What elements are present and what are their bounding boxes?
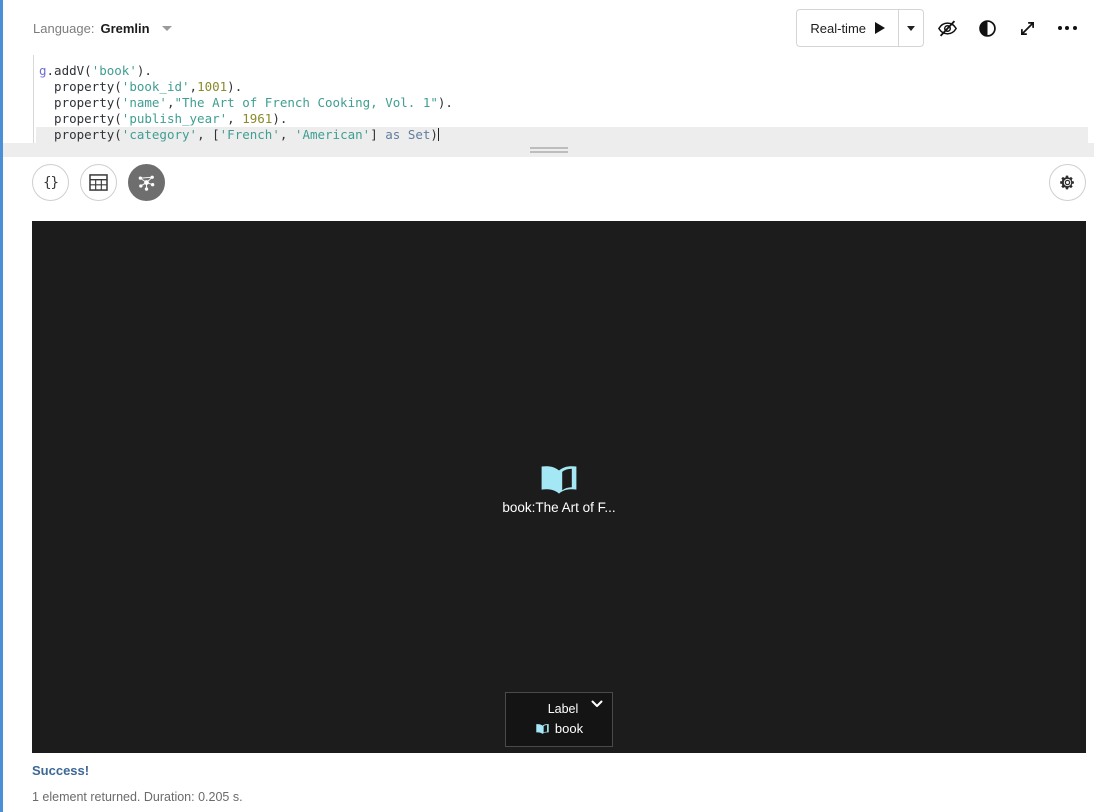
language-label: Language:: [33, 21, 94, 36]
graph-canvas[interactable]: book:The Art of F... Label book: [32, 221, 1086, 753]
legend-item-book[interactable]: book: [516, 721, 602, 736]
code-token: 1001: [197, 79, 227, 94]
gear-icon: [1059, 174, 1076, 191]
eye-slash-icon-button[interactable]: [930, 9, 964, 47]
view-mode-json-button[interactable]: {}: [32, 164, 69, 201]
query-editor[interactable]: g.addV('book'). property('book_id',1001)…: [3, 55, 1094, 143]
legend-title: Label: [516, 702, 602, 716]
run-mode-label: Real-time: [810, 21, 866, 36]
chevron-down-icon[interactable]: [591, 698, 603, 710]
code-token: ,: [190, 79, 198, 94]
code-token: 'category': [122, 127, 197, 142]
legend-header: Label: [516, 702, 602, 716]
code-token: 'French': [220, 127, 280, 142]
top-toolbar: Language: Gremlin Real-time: [3, 0, 1094, 55]
code-line-1[interactable]: g.addV('book').: [36, 63, 1088, 79]
ellipsis-icon: [1058, 26, 1077, 30]
code-token: ).: [272, 111, 287, 126]
chevron-down-glyph: [591, 700, 603, 708]
graph-settings-button[interactable]: [1049, 164, 1086, 201]
language-value: Gremlin: [100, 21, 149, 36]
query-code-text[interactable]: g.addV('book'). property('book_id',1001)…: [36, 63, 1088, 143]
code-line-5[interactable]: property('category', ['French', 'America…: [36, 127, 1088, 143]
ellipsis-icon-button[interactable]: [1050, 9, 1084, 47]
code-token: 'book_id': [122, 79, 190, 94]
book-icon: [535, 723, 550, 735]
expand-arrows-icon-button[interactable]: [1010, 9, 1044, 47]
code-token: .addV(: [47, 63, 92, 78]
contrast-icon: [978, 19, 997, 38]
code-token: property(: [39, 79, 122, 94]
book-icon: [538, 464, 580, 496]
graph-legend-panel[interactable]: Label book: [505, 692, 613, 747]
status-title: Success!: [32, 763, 243, 778]
graph-network-icon: [136, 172, 157, 193]
code-token: ): [430, 127, 438, 142]
view-mode-table-button[interactable]: [80, 164, 117, 201]
run-mode-dropdown-button[interactable]: [898, 10, 923, 46]
contrast-icon-button[interactable]: [970, 9, 1004, 47]
play-icon: [875, 22, 885, 34]
top-right-actions: Real-time: [796, 8, 1084, 48]
query-workbench: Language: Gremlin Real-time: [0, 0, 1094, 812]
code-token: "The Art of French Cooking, Vol. 1": [174, 95, 437, 110]
code-token: 'publish_year': [122, 111, 227, 126]
code-token: , [: [197, 127, 220, 142]
code-token: property(: [39, 95, 122, 110]
code-token: 'book': [92, 63, 137, 78]
graph-node-label: book:The Art of F...: [502, 500, 615, 515]
run-query-button[interactable]: Real-time: [797, 10, 898, 46]
json-braces-icon: {}: [43, 175, 58, 191]
eye-slash-icon: [937, 19, 958, 38]
code-token: as Set: [385, 127, 430, 142]
drag-handle-icon: [530, 147, 568, 153]
code-token: 'name': [122, 95, 167, 110]
code-token: ,: [227, 111, 242, 126]
code-line-3[interactable]: property('name',"The Art of French Cooki…: [36, 95, 1088, 111]
editor-gutter: [33, 55, 34, 143]
result-view-toolbar: {}: [3, 157, 1094, 221]
code-token: property(: [39, 111, 122, 126]
graph-node-book[interactable]: book:The Art of F...: [32, 464, 1086, 515]
run-mode-group: Real-time: [796, 9, 924, 47]
code-token: ).: [137, 63, 152, 78]
code-token: ).: [227, 79, 242, 94]
status-detail: 1 element returned. Duration: 0.205 s.: [32, 790, 243, 804]
text-caret: [438, 128, 439, 141]
view-mode-graph-button[interactable]: [128, 164, 165, 201]
code-token: property(: [39, 127, 122, 142]
code-token: g: [39, 63, 47, 78]
table-grid-icon: [89, 174, 108, 191]
language-selector[interactable]: Language: Gremlin: [33, 21, 172, 36]
editor-resize-handle[interactable]: [3, 143, 1094, 157]
code-line-2[interactable]: property('book_id',1001).: [36, 79, 1088, 95]
chevron-down-icon: [907, 26, 915, 31]
code-token: 1961: [242, 111, 272, 126]
code-token: ,: [280, 127, 295, 142]
code-line-4[interactable]: property('publish_year', 1961).: [36, 111, 1088, 127]
code-token: ).: [438, 95, 453, 110]
code-token: ]: [370, 127, 385, 142]
status-area: Success! 1 element returned. Duration: 0…: [32, 763, 243, 804]
legend-item-label: book: [555, 721, 583, 736]
chevron-down-icon[interactable]: [162, 26, 172, 31]
expand-arrows-icon: [1018, 19, 1037, 38]
code-token: 'American': [295, 127, 370, 142]
